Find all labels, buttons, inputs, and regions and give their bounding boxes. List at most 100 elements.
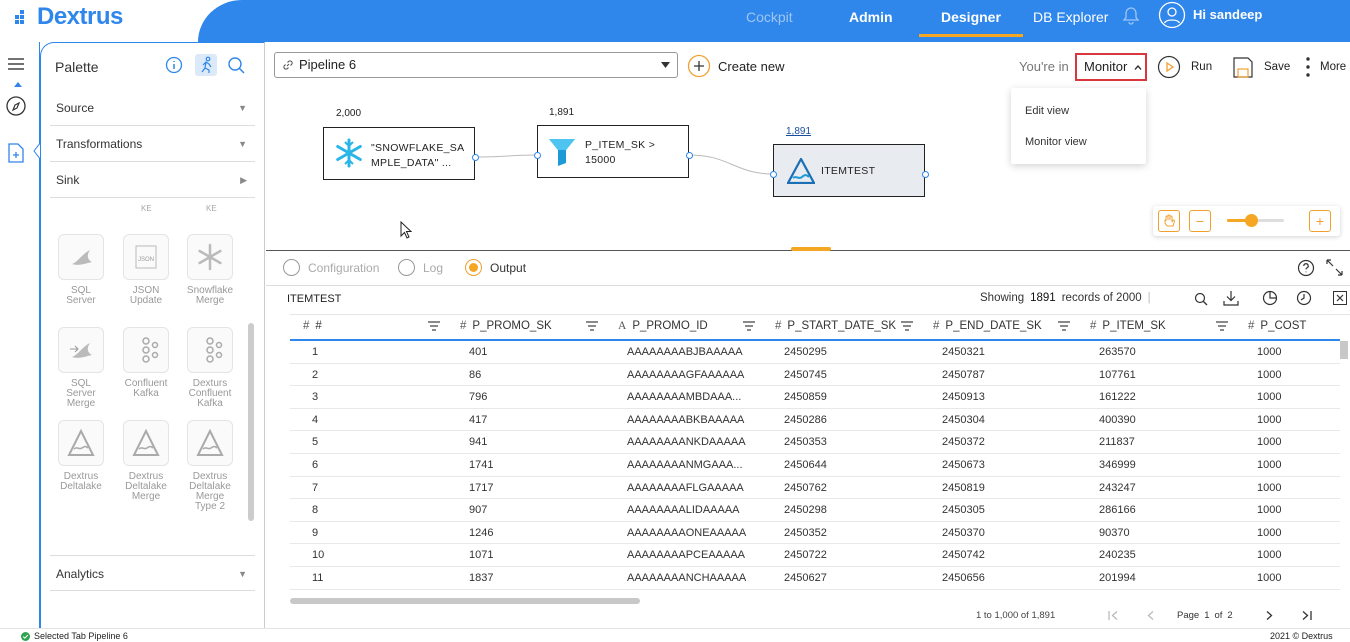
table-cell: 1000 <box>1257 572 1282 584</box>
palette-tile[interactable]: Dextrus Deltalake Merge Type 2 <box>186 420 234 512</box>
column-filter-icon[interactable] <box>1058 321 1070 331</box>
column-header[interactable]: # P_PROMO_SK <box>460 320 552 332</box>
table-row[interactable]: 2 86 AAAAAAAAGFAAAAAA 2450745 2450787 107761 1… <box>290 364 1340 387</box>
table-row[interactable]: 11 1837 AAAAAAAANCHAAAAA 2450627 2450656 2019… <box>290 567 1340 590</box>
palette-section-source[interactable]: Source ▼ <box>50 90 255 126</box>
palette-tile[interactable]: SQL Server Merge <box>57 327 105 409</box>
palette-tile[interactable]: SQL Server <box>57 234 105 306</box>
palette-section-analytics[interactable]: Analytics ▼ <box>50 555 255 591</box>
column-header-label: P_END_DATE_SK <box>945 320 1042 332</box>
nav-cockpit[interactable]: Cockpit <box>746 9 793 25</box>
pipeline-select[interactable]: Pipeline 6 <box>274 52 678 78</box>
tab-configuration[interactable]: Configuration <box>283 259 379 276</box>
table-row[interactable]: 4 417 AAAAAAAABKBAAAAA 2450286 2450304 400390… <box>290 409 1340 432</box>
pipeline-node-source[interactable]: "SNOWFLAKE_SA MPLE_DATA" ... <box>323 127 479 180</box>
zoom-out-button[interactable]: − <box>1189 210 1211 232</box>
tile-icon-box <box>187 234 233 280</box>
create-new-button[interactable]: Create new <box>687 53 784 79</box>
menu-icon[interactable] <box>7 57 25 71</box>
column-filter-icon[interactable] <box>428 321 440 331</box>
column-filter-icon[interactable] <box>901 321 913 331</box>
expand-icon[interactable] <box>1326 259 1343 276</box>
tab-output[interactable]: Output <box>465 259 526 276</box>
table-row[interactable]: 10 1071 AAAAAAAAPCEAAAAA 2450722 2450742 2402… <box>290 544 1340 567</box>
palette-tile[interactable]: Snowflake Merge <box>186 234 234 306</box>
mode-dropdown[interactable]: Monitor <box>1075 53 1147 81</box>
radio-icon <box>398 259 415 276</box>
column-header[interactable]: # P_ITEM_SK <box>1090 320 1166 332</box>
palette-tile[interactable]: Confluent Kafka <box>122 327 170 399</box>
add-circle-icon <box>687 54 711 78</box>
user-greeting[interactable]: Hi sandeep <box>1193 7 1262 22</box>
bell-icon[interactable] <box>1122 6 1140 26</box>
palette-scrollbar[interactable] <box>248 323 254 521</box>
column-header[interactable]: # P_COST <box>1248 320 1306 332</box>
nav-admin[interactable]: Admin <box>849 9 893 25</box>
next-page-icon[interactable] <box>1266 611 1273 620</box>
nav-db-explorer[interactable]: DB Explorer <box>1033 9 1108 25</box>
play-icon <box>1157 55 1181 79</box>
zoom-slider-thumb[interactable] <box>1245 214 1258 227</box>
table-scrollbar-horizontal[interactable] <box>290 598 640 604</box>
node-input-port[interactable] <box>770 171 777 178</box>
table-cell: 1 <box>312 346 319 358</box>
more-button[interactable]: More <box>1305 56 1346 78</box>
prev-page-icon[interactable] <box>1147 611 1154 620</box>
splitter-handle[interactable] <box>791 247 831 251</box>
column-header[interactable]: # P_START_DATE_SK <box>775 320 896 332</box>
first-page-icon[interactable] <box>1108 611 1118 620</box>
column-header[interactable]: # # <box>303 320 322 332</box>
node-input-port[interactable] <box>534 152 541 159</box>
search-icon[interactable] <box>227 56 246 75</box>
column-header[interactable]: A P_PROMO_ID <box>618 320 708 332</box>
table-row[interactable]: 1 401 AAAAAAAABJBAAAAA 2450295 2450321 263570… <box>290 341 1340 364</box>
column-filter-icon[interactable] <box>586 321 598 331</box>
palette-section-transformations[interactable]: Transformations ▼ <box>50 126 255 162</box>
run-mode-toggle[interactable] <box>195 54 217 76</box>
history-icon[interactable] <box>1296 290 1312 306</box>
pipeline-node-sink[interactable]: ITEMTEST <box>770 144 929 197</box>
pan-button[interactable] <box>1158 210 1180 232</box>
pipeline-node-filter[interactable]: P_ITEM_SK > 15000 <box>534 125 693 178</box>
palette-tile[interactable]: JSON JSON Update <box>122 234 170 306</box>
table-scrollbar-vertical[interactable] <box>1340 341 1348 359</box>
node-output-port[interactable] <box>922 171 929 178</box>
new-file-icon[interactable] <box>6 142 26 164</box>
app-logo[interactable]: Dextrus <box>14 3 123 30</box>
compass-icon[interactable] <box>5 95 27 117</box>
node-output-port[interactable] <box>472 154 479 161</box>
column-header[interactable]: # P_END_DATE_SK <box>933 320 1042 332</box>
table-row[interactable]: 7 1717 AAAAAAAAFLGAAAAA 2450762 2450819 24324… <box>290 477 1340 500</box>
table-row[interactable]: 3 796 AAAAAAAAMBDAAA... 2450859 2450913 16122… <box>290 386 1340 409</box>
download-icon[interactable] <box>1223 290 1239 306</box>
help-icon[interactable] <box>1297 259 1315 277</box>
menu-item-edit-view[interactable]: Edit view <box>1025 105 1069 117</box>
pie-chart-icon[interactable] <box>1262 290 1278 306</box>
palette-tile[interactable]: Dextrus Deltalake Merge <box>122 420 170 502</box>
search-icon[interactable] <box>1194 292 1208 306</box>
info-icon[interactable] <box>165 56 183 74</box>
column-filter-icon[interactable] <box>1216 321 1228 331</box>
palette-tile[interactable]: Dexturs Confluent Kafka <box>186 327 234 409</box>
table-row[interactable]: 8 907 AAAAAAAALIDAAAAA 2450298 2450305 286166… <box>290 499 1340 522</box>
tab-log[interactable]: Log <box>398 259 443 276</box>
table-row[interactable]: 9 1246 AAAAAAAAONEAAAAA 2450352 2450370 90370… <box>290 522 1340 545</box>
table-row[interactable]: 6 1741 AAAAAAAANMGAAA... 2450644 2450673 3469… <box>290 454 1340 477</box>
table-row[interactable]: 5 941 AAAAAAAANKDAAAAA 2450353 2450372 211837… <box>290 431 1340 454</box>
palette-section-sink[interactable]: Sink ▶ <box>50 162 255 198</box>
palette-tile[interactable]: Dextrus Deltalake <box>57 420 105 492</box>
column-filter-icon[interactable] <box>743 321 755 331</box>
close-icon[interactable] <box>1333 291 1347 305</box>
node-output-port[interactable] <box>686 152 693 159</box>
last-page-icon[interactable] <box>1302 611 1312 620</box>
node-record-count-link[interactable]: 1,891 <box>786 126 811 137</box>
chevron-up-icon[interactable] <box>13 81 23 88</box>
section-label: Sink <box>56 173 80 187</box>
tile-partial-label: KE <box>206 204 217 213</box>
nav-designer[interactable]: Designer <box>919 9 1023 37</box>
run-button[interactable]: Run <box>1157 55 1212 79</box>
avatar[interactable] <box>1158 1 1186 29</box>
menu-item-monitor-view[interactable]: Monitor view <box>1025 136 1087 148</box>
zoom-in-button[interactable]: + <box>1309 210 1331 232</box>
save-button[interactable]: Save <box>1232 55 1290 79</box>
